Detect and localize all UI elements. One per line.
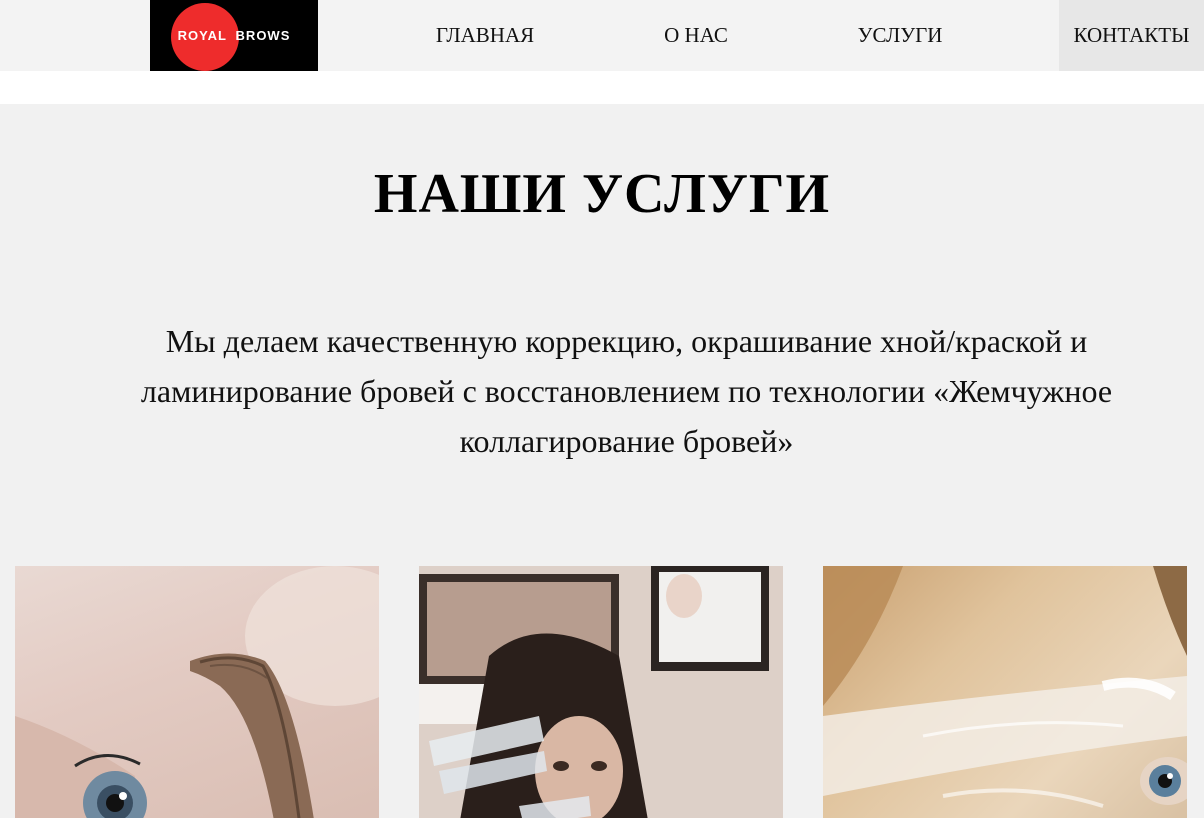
nav-link-services[interactable]: УСЛУГИ: [840, 0, 960, 71]
services-title: НАШИ УСЛУГИ: [373, 163, 831, 225]
royal-brows-logo[interactable]: ROYAL BROWS: [150, 0, 318, 71]
nav-link-about[interactable]: О НАС: [640, 0, 752, 71]
nav-link-home[interactable]: ГЛАВНАЯ: [420, 0, 550, 71]
services-section: НАШИ УСЛУГИ Мы делаем качественную корре…: [0, 104, 1204, 818]
top-navbar: ROYAL BROWS ГЛАВНАЯ О НАС УСЛУГИ КОНТАКТ…: [0, 0, 1204, 71]
services-description: Мы делаем качественную коррекцию, окраши…: [140, 323, 1113, 459]
nav-link-contacts[interactable]: КОНТАКТЫ: [1059, 0, 1204, 71]
header-spacer: [0, 71, 1204, 104]
logo-word-brows: BROWS: [235, 28, 291, 43]
service-card-master[interactable]: [419, 566, 783, 818]
logo-word-royal: ROYAL: [177, 28, 227, 43]
logo-text: ROYAL BROWS: [150, 28, 318, 43]
master-with-brushes-photo: [419, 566, 783, 818]
brow-lamination-film-photo: [823, 566, 1187, 808]
service-card-lamination[interactable]: [823, 566, 1187, 818]
service-card-brow-correction[interactable]: [15, 566, 379, 818]
brow-closeup-photo: [15, 566, 379, 818]
